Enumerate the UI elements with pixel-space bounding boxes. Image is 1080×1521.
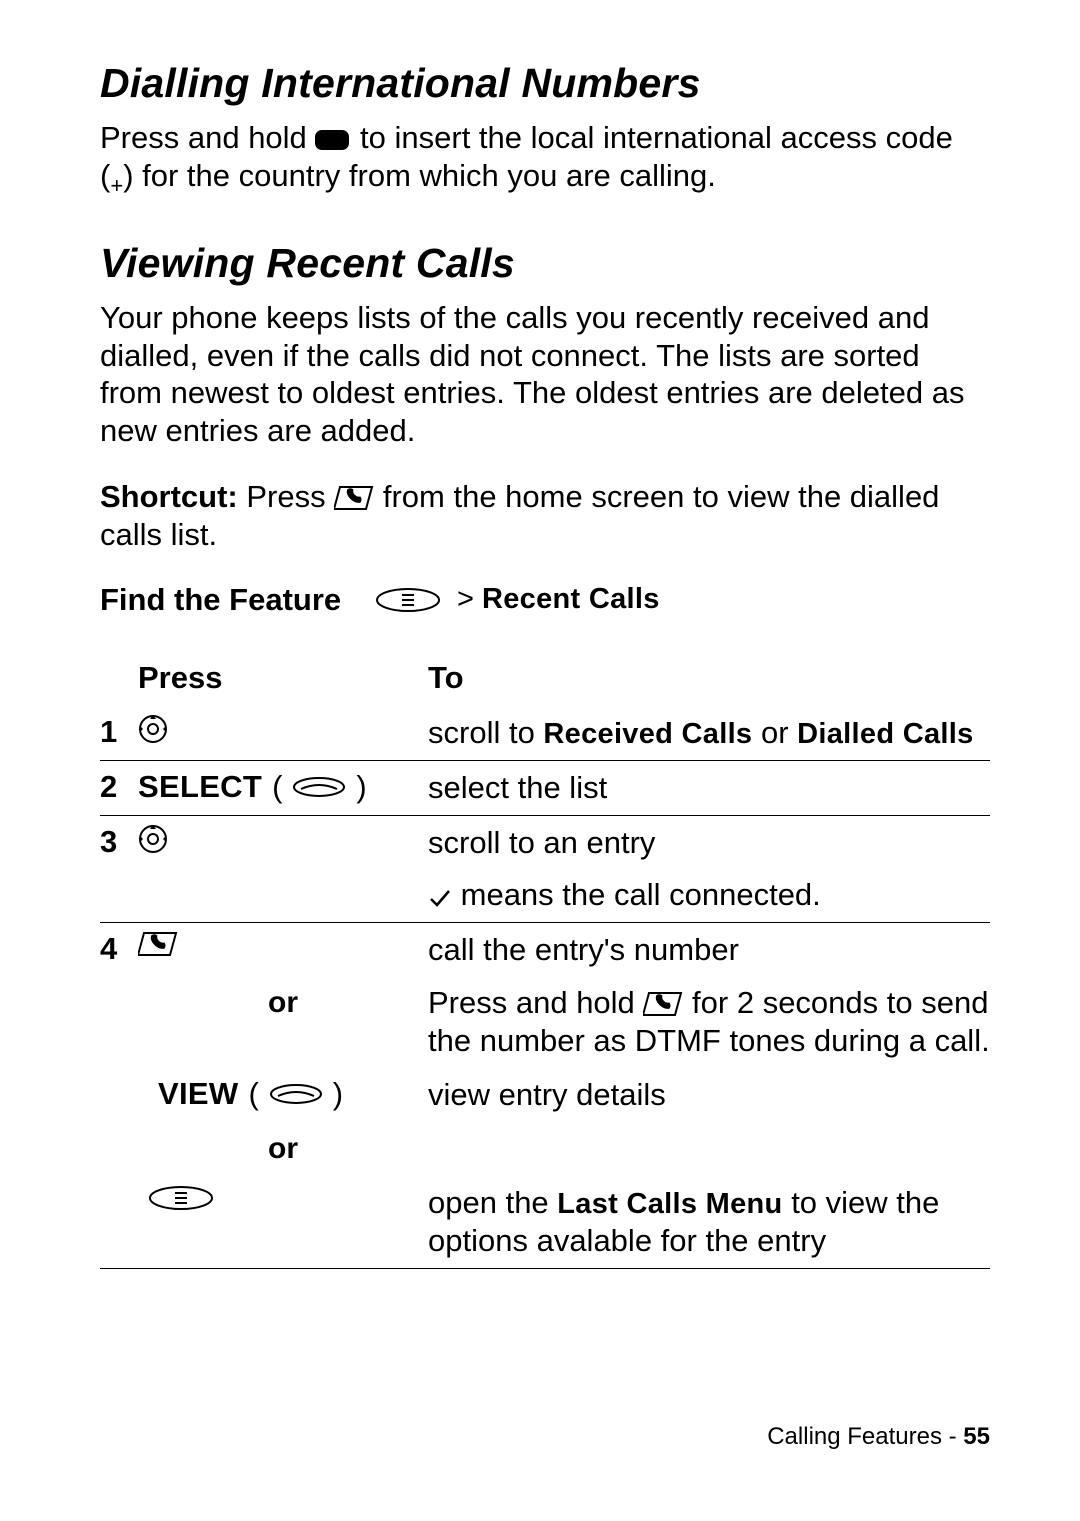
- text: open the: [428, 1185, 557, 1220]
- to-cell: scroll to Received Calls or Dialled Call…: [428, 706, 990, 761]
- press-cell: [138, 706, 428, 761]
- menu-name: Received Calls: [543, 718, 752, 750]
- find-the-feature-row: Find the Feature > Recent Calls: [100, 582, 990, 618]
- text: (: [248, 1076, 258, 1112]
- para-international: Press and hold to insert the local inter…: [100, 119, 990, 200]
- text: ): [356, 769, 366, 805]
- heading-dialling-international: Dialling International Numbers: [100, 60, 990, 107]
- heading-viewing-recent-calls: Viewing Recent Calls: [100, 240, 990, 287]
- or-label: or: [138, 976, 428, 1068]
- para-recent-calls: Your phone keeps lists of the calls you …: [100, 299, 990, 450]
- soft-key-icon: [292, 776, 346, 798]
- to-cell: Press and hold for 2 seconds to send the…: [428, 976, 990, 1068]
- softkey-label: VIEW: [158, 1076, 238, 1112]
- table-row: open the Last Calls Menu to view the opt…: [100, 1176, 990, 1269]
- send-key-icon: [334, 485, 374, 511]
- page-footer: Calling Features - 55: [767, 1423, 990, 1451]
- text: scroll to an entry: [428, 824, 990, 862]
- find-the-feature-value: > Recent Calls: [375, 582, 660, 618]
- press-cell: SELECT ( ): [138, 761, 428, 815]
- menu-key-icon: [375, 586, 441, 614]
- softkey-label: SELECT: [138, 769, 262, 805]
- press-cell: [138, 816, 428, 922]
- table-row: 1 scroll to Received Calls or Dialled Ca…: [100, 706, 990, 761]
- nav-key-icon: [138, 714, 168, 744]
- table-head-blank: [100, 654, 138, 706]
- press-cell: VIEW ( ): [138, 1068, 428, 1122]
- to-cell: select the list: [428, 761, 990, 815]
- text: Press and hold: [100, 120, 315, 155]
- press-cell: [138, 923, 428, 977]
- to-cell: scroll to an entry means the call connec…: [428, 816, 990, 922]
- zero-key-icon: [315, 128, 351, 152]
- text: Press and hold: [428, 985, 643, 1020]
- press-cell: [138, 1176, 428, 1269]
- instruction-table: Press To 1 scroll to Received Calls or D…: [100, 654, 990, 1269]
- text: (: [272, 769, 282, 805]
- plus-symbol: +: [110, 173, 123, 198]
- table-row: 4 call the entry's number: [100, 923, 990, 977]
- text: ) for the country from which you are cal…: [123, 158, 716, 193]
- soft-key-icon: [269, 1083, 323, 1105]
- table-head-press: Press: [138, 654, 428, 706]
- text: Press: [238, 479, 334, 514]
- to-cell: open the Last Calls Menu to view the opt…: [428, 1176, 990, 1269]
- footer-section: Calling Features: [767, 1423, 942, 1450]
- step-number: 2: [100, 761, 138, 815]
- menu-key-icon: [148, 1184, 214, 1212]
- menu-name: Last Calls Menu: [557, 1188, 782, 1220]
- table-head-to: To: [428, 654, 990, 706]
- send-key-icon: [643, 991, 683, 1017]
- to-cell: call the entry's number: [428, 923, 990, 977]
- send-key-icon: [138, 931, 178, 957]
- or-label: or: [138, 1122, 428, 1176]
- step-number: 1: [100, 706, 138, 761]
- to-cell: view entry details: [428, 1068, 990, 1122]
- breadcrumb-item: Recent Calls: [482, 583, 660, 615]
- footer-sep: -: [942, 1423, 963, 1450]
- table-row: or Press and hold for 2 seconds to send …: [100, 976, 990, 1068]
- text: ): [333, 1076, 343, 1112]
- check-icon: [428, 887, 452, 909]
- para-shortcut: Shortcut: Press from the home screen to …: [100, 478, 990, 554]
- table-row: VIEW ( ) view entry details: [100, 1068, 990, 1122]
- breadcrumb-sep: >: [457, 583, 482, 615]
- step-number: 3: [100, 816, 138, 922]
- menu-name: Dialled Calls: [797, 718, 973, 750]
- step-number: 4: [100, 923, 138, 977]
- table-row: 3 scroll to an entry means the call conn…: [100, 816, 990, 922]
- table-row: or: [100, 1122, 990, 1176]
- text: scroll to: [428, 715, 543, 750]
- table-row: 2 SELECT ( ) select the list: [100, 761, 990, 815]
- text: or: [752, 715, 797, 750]
- text: means the call connected.: [461, 877, 821, 912]
- nav-key-icon: [138, 824, 168, 854]
- page-number: 55: [963, 1423, 990, 1450]
- shortcut-label: Shortcut:: [100, 479, 238, 514]
- find-the-feature-label: Find the Feature: [100, 582, 375, 618]
